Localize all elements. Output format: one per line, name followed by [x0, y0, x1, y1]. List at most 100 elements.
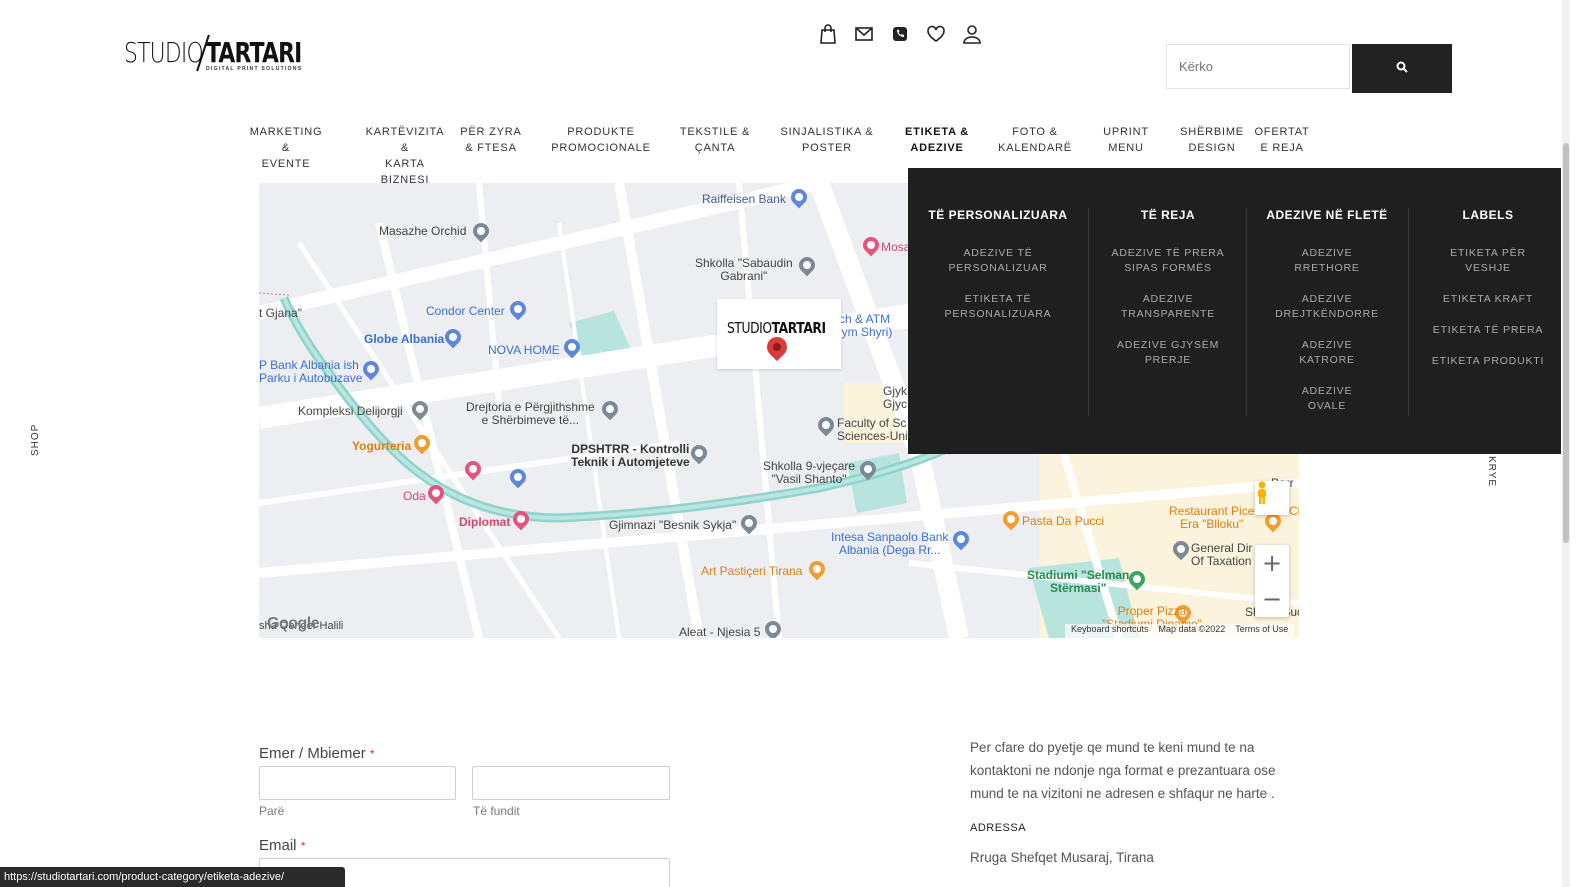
map-label-art-pasticeri: Art Pastiçeri Tirana	[701, 564, 803, 578]
zoom-out-button[interactable]: −	[1255, 581, 1289, 617]
scrollbar-thumb[interactable]	[1563, 143, 1569, 543]
map-label-gjyk: Gjyk Gjyc	[883, 384, 907, 411]
nav-item-etiketa[interactable]: ETIKETA & ADEZIVE	[903, 124, 971, 156]
map-label-condor: Condor Center	[426, 304, 505, 318]
logo-tartari: TARTARI	[206, 36, 302, 69]
search-button[interactable]	[1352, 44, 1452, 93]
side-back-to-top-link[interactable]: KRYE	[1486, 456, 1497, 487]
map-label-pice-era: Restaurant Pice Era "Blloku"	[1169, 504, 1255, 531]
mega-link[interactable]: ETIKETA PRODUKTI	[1424, 354, 1552, 369]
street-view-pegman-icon[interactable]	[1255, 481, 1289, 515]
mega-divider	[1088, 208, 1089, 416]
map-label-delijorgji: Kompleksi Delijorgji	[298, 404, 403, 418]
last-name-sublabel: Të fundit	[473, 804, 520, 818]
map-label-diplomat: Diplomat	[459, 515, 511, 529]
map-label-intesa: Intesa Sanpaolo Bank Albania (Dega Rr...	[831, 530, 949, 557]
map-label-dpshtrr: DPSHTRR - Kontrolli Teknik i Automjeteve	[571, 442, 690, 469]
search-input[interactable]	[1166, 44, 1350, 89]
map-label-aleat: Aleat - Njesia 5	[679, 625, 761, 639]
mega-divider	[1408, 208, 1409, 416]
mega-link[interactable]: ADEZIVE OVALE	[1262, 384, 1392, 414]
header-icons	[818, 24, 982, 44]
map-label-globe: Globe Albania	[364, 332, 445, 346]
mega-link[interactable]: ADEZIVE KATRORE	[1262, 338, 1392, 368]
map-label-raiffeisen: Raiffeisen Bank	[702, 192, 786, 206]
mega-link[interactable]: ADEZIVE TË PRERA SIPAS FORMËS	[1102, 246, 1234, 276]
map-label-pbank: P Bank Albania ish Parku i Autobuzave	[259, 358, 363, 385]
zoom-controls: + −	[1255, 545, 1289, 617]
mega-col-personalizuara: TË PERSONALIZUARA ADEZIVE TË PERSONALIZU…	[928, 208, 1068, 338]
user-icon[interactable]	[962, 24, 982, 44]
map-marker-logo: STUDIOTARTARI	[727, 319, 826, 337]
mega-col-adezive-ne-flete: ADEZIVE NË FLETË ADEZIVE RRETHORE ADEZIV…	[1262, 208, 1392, 430]
email-label: Email *	[259, 837, 306, 854]
mega-link[interactable]: ADEZIVE TRANSPARENTE	[1102, 292, 1234, 322]
map-label-faculty: Faculty of Sc Sciences-Uni	[837, 416, 908, 443]
side-shop-link[interactable]: SHOP	[30, 424, 41, 456]
main-nav: MARKETING & EVENTE KARTËVIZITA & KARTA B…	[0, 124, 1587, 186]
map-label-stadiumi: Stadiumi "Selman Stërmasi"	[1027, 568, 1130, 595]
mega-link[interactable]: ADEZIVE TË PERSONALIZUAR	[928, 246, 1068, 276]
heart-icon[interactable]	[926, 24, 946, 44]
keyboard-shortcuts-link[interactable]: Keyboard shortcuts	[1071, 624, 1149, 638]
nav-item-sinjalistika[interactable]: SINJALISTIKA & POSTER	[780, 124, 874, 156]
phone-icon[interactable]	[890, 24, 910, 44]
terms-of-use-link[interactable]: Terms of Use	[1235, 624, 1288, 638]
mega-col-te-reja: TË REJA ADEZIVE TË PRERA SIPAS FORMËS AD…	[1102, 208, 1234, 384]
map-attribution: Keyboard shortcuts Map data ©2022 Terms …	[1065, 624, 1295, 638]
map-label-oda: Oda	[403, 489, 426, 503]
mega-col-heading[interactable]: ADEZIVE NË FLETË	[1262, 208, 1392, 222]
map-label-pasta: Pasta Da Pucci	[1022, 514, 1105, 528]
mega-divider	[1246, 208, 1247, 416]
mega-link[interactable]: ADEZIVE DREJTKËNDORRE	[1262, 292, 1392, 322]
mega-link[interactable]: ETIKETA TË PRERA	[1424, 323, 1552, 338]
mega-col-heading[interactable]: LABELS	[1424, 208, 1552, 222]
map-label-shkolla-sabaudin: Shkolla "Sabaudin Gabrani"	[695, 256, 793, 283]
map-label-masazhe: Masazhe Orchid	[379, 224, 467, 238]
mega-link[interactable]: ADEZIVE RRETHORE	[1262, 246, 1392, 276]
map-label-gjana: t Gjana"	[259, 306, 302, 320]
nav-item-sherbime[interactable]: SHËRBIME DESIGN	[1180, 124, 1244, 156]
mega-menu-etiketa: TË PERSONALIZUARA ADEZIVE TË PERSONALIZU…	[908, 168, 1561, 454]
zoom-in-button[interactable]: +	[1255, 545, 1289, 581]
mega-link[interactable]: ETIKETA TË PERSONALIZUARA	[928, 292, 1068, 322]
nav-item-marketing[interactable]: MARKETING & EVENTE	[244, 124, 328, 172]
mega-link[interactable]: ADEZIVE GJYSËM PRERJE	[1102, 338, 1234, 368]
map-label-drejtoria: Drejtoria e Përgjithshme e Shërbimeve të…	[466, 400, 595, 427]
mega-link[interactable]: ETIKETA PËR VESHJE	[1424, 246, 1552, 276]
last-name-field[interactable]	[472, 766, 670, 800]
nav-item-produkte[interactable]: PRODUKTE PROMOCIONALE	[551, 124, 651, 156]
map-label-gjimnazi: Gjimnazi "Besnik Sykja"	[609, 518, 737, 532]
map-label-nova-home: NOVA HOME	[488, 343, 560, 357]
map-label-vasil-shanto: Shkolla 9-vjeçare "Vasil Shanto"	[763, 459, 856, 486]
nav-item-tekstile[interactable]: TEKSTILE & ÇANTA	[678, 124, 752, 156]
name-label: Emer / Mbiemer *	[259, 745, 375, 762]
shopping-bag-icon[interactable]	[818, 24, 838, 44]
logo-studio: STUDIO	[124, 36, 204, 69]
mega-col-heading[interactable]: TË PERSONALIZUARA	[928, 208, 1068, 222]
nav-item-foto[interactable]: FOTO & KALENDARË	[998, 124, 1072, 156]
page-scrollbar[interactable]	[1562, 0, 1570, 887]
google-logo: Google	[267, 615, 320, 632]
search-icon	[1396, 60, 1408, 78]
map-data-text: Map data ©2022	[1158, 624, 1226, 634]
status-bar-url: https://studiotartari.com/product-catego…	[0, 867, 345, 887]
mail-icon[interactable]	[854, 24, 874, 44]
map-label-atm: ch & ATM lym Shyri)	[839, 312, 893, 339]
page: STUDIO TARTARI DIGITAL PRINT SOLUTIONS M…	[0, 0, 1587, 887]
nav-item-per-zyra[interactable]: PËR ZYRA & FTESA	[460, 124, 522, 156]
nav-item-kartevizita[interactable]: KARTËVIZITA & KARTA BIZNESI	[360, 124, 450, 188]
map-label-yogurteria: Yogurteria	[352, 439, 412, 453]
nav-item-uprint[interactable]: UPRINT MENU	[1100, 124, 1152, 156]
mega-col-heading[interactable]: TË REJA	[1102, 208, 1234, 222]
map-label-taxation: General Dir Of Taxation	[1191, 541, 1253, 568]
logo-tagline: DIGITAL PRINT SOLUTIONS	[206, 66, 303, 72]
first-name-sublabel: Parë	[259, 804, 285, 818]
mega-link[interactable]: ETIKETA KRAFT	[1424, 292, 1552, 307]
map-label-ci: Ci	[1289, 504, 1299, 518]
mega-col-labels: LABELS ETIKETA PËR VESHJE ETIKETA KRAFT …	[1424, 208, 1552, 385]
site-logo[interactable]: STUDIO TARTARI DIGITAL PRINT SOLUTIONS	[124, 34, 302, 72]
map-label-mosa: Mosa	[881, 240, 911, 254]
first-name-field[interactable]	[259, 766, 456, 800]
nav-item-ofertat[interactable]: OFERTAT E REJA	[1254, 124, 1310, 156]
